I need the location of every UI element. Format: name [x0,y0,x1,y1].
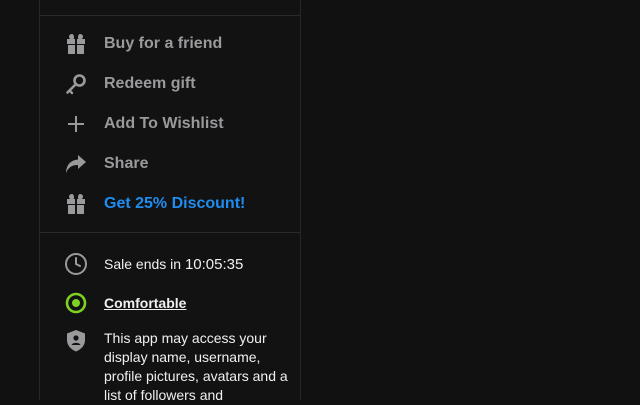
add-to-wishlist-button[interactable]: Add To Wishlist [40,108,300,140]
redeem-gift-label: Redeem gift [104,75,196,92]
gift-icon [64,32,88,56]
add-to-wishlist-label: Add To Wishlist [104,115,224,132]
clock-icon [64,252,88,276]
divider-middle [40,232,300,233]
key-icon [64,72,88,96]
permissions-text: This app may access your display name, u… [104,330,288,403]
buy-for-friend-label: Buy for a friend [104,35,223,52]
share-arrow-icon [64,152,88,176]
sale-text: Sale ends in 10:05:35 [104,255,243,274]
share-label: Share [104,155,149,172]
shield-person-icon [64,329,88,353]
target-ring-icon [64,291,88,315]
share-button[interactable]: Share [40,148,300,180]
sale-timer: 10:05:35 [184,256,244,273]
gift-icon [64,192,88,216]
redeem-gift-button[interactable]: Redeem gift [40,68,300,100]
divider-top [40,15,300,16]
side-panel: Buy for a friend Redeem gift Add To Wish… [39,0,301,403]
plus-icon [64,112,88,136]
buy-for-friend-button[interactable]: Buy for a friend [40,28,300,60]
get-discount-label: Get 25% Discount! [104,195,246,212]
sale-prefix: Sale ends in [104,256,182,272]
get-discount-button[interactable]: Get 25% Discount! [40,188,300,220]
comfort-link[interactable]: Comfortable [104,294,186,313]
